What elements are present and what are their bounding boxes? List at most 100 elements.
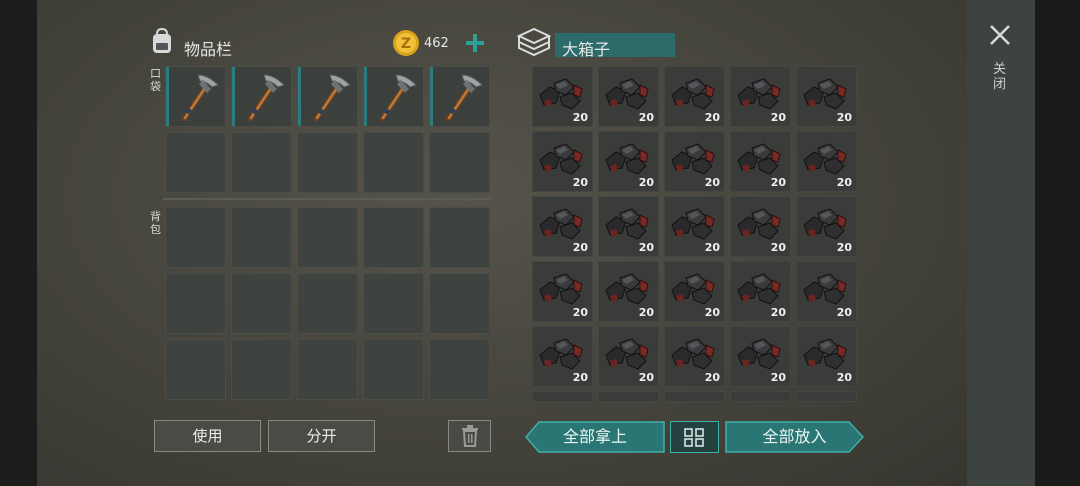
stack-count: 20 — [704, 111, 720, 124]
backpack-slot[interactable] — [165, 273, 226, 334]
stack-count: 20 — [572, 111, 588, 124]
section-divider — [163, 198, 491, 200]
backpack-slot[interactable] — [363, 273, 424, 334]
stack-count: 20 — [638, 371, 654, 384]
backpack-slot[interactable] — [429, 339, 490, 400]
backpack-slot[interactable] — [231, 273, 292, 334]
pocket-label: 口袋 — [150, 67, 161, 93]
stack-count: 20 — [704, 241, 720, 254]
backpack-slot[interactable] — [165, 339, 226, 400]
coal-icon — [671, 273, 715, 305]
coal-icon — [605, 78, 649, 110]
coal-icon — [605, 338, 649, 370]
stack-count: 20 — [836, 111, 852, 124]
chest-slot[interactable]: 20 — [664, 66, 725, 127]
sort-button[interactable] — [670, 421, 719, 453]
chest-slot[interactable]: 20 — [598, 196, 659, 257]
chest-slot[interactable]: 20 — [730, 261, 791, 322]
chest-slot[interactable]: 20 — [730, 131, 791, 192]
chest-slot[interactable]: 20 — [796, 196, 857, 257]
pocket-slot[interactable] — [165, 132, 226, 193]
hammer-icon — [379, 74, 417, 122]
backpack-slot[interactable] — [297, 339, 358, 400]
coal-icon — [671, 143, 715, 175]
pocket-slot[interactable] — [429, 66, 490, 127]
chest-slot[interactable]: 20 — [598, 261, 659, 322]
stack-count: 20 — [836, 371, 852, 384]
stack-count: 20 — [638, 176, 654, 189]
chest-slot[interactable] — [598, 391, 659, 402]
coin-count: 462 — [424, 36, 449, 51]
chest-slot[interactable]: 20 — [664, 326, 725, 387]
chest-slot[interactable] — [532, 391, 593, 402]
coal-icon — [737, 208, 781, 240]
close-icon[interactable] — [989, 24, 1011, 46]
chest-slot[interactable]: 20 — [796, 261, 857, 322]
chest-slot[interactable]: 20 — [796, 326, 857, 387]
backpack-slot[interactable] — [297, 273, 358, 334]
chest-slot[interactable]: 20 — [664, 196, 725, 257]
coal-icon — [539, 338, 583, 370]
stack-count: 20 — [770, 241, 786, 254]
chest-slot[interactable]: 20 — [532, 196, 593, 257]
chest-slot[interactable]: 20 — [730, 196, 791, 257]
pocket-slot[interactable] — [363, 132, 424, 193]
stack-count: 20 — [572, 306, 588, 319]
coal-icon — [539, 143, 583, 175]
backpack-slot[interactable] — [231, 339, 292, 400]
chest-slot[interactable]: 20 — [730, 66, 791, 127]
backpack-slot[interactable] — [429, 207, 490, 268]
chest-slot[interactable]: 20 — [532, 326, 593, 387]
chest-slot[interactable] — [796, 391, 857, 402]
close-label[interactable]: 关闭 — [993, 62, 1007, 92]
stack-count: 20 — [704, 176, 720, 189]
backpack-slot[interactable] — [429, 273, 490, 334]
backpack-slot[interactable] — [363, 207, 424, 268]
backpack-slot[interactable] — [297, 207, 358, 268]
pocket-slot[interactable] — [165, 66, 226, 127]
pocket-slot[interactable] — [297, 132, 358, 193]
chest-slot[interactable]: 20 — [730, 326, 791, 387]
coal-icon — [671, 208, 715, 240]
coal-icon — [803, 338, 847, 370]
pocket-slot[interactable] — [363, 66, 424, 127]
backpack-slot[interactable] — [231, 207, 292, 268]
chest-slot[interactable]: 20 — [796, 131, 857, 192]
take-all-button[interactable]: 全部拿上 — [525, 421, 665, 453]
backpack-icon — [153, 27, 171, 53]
coal-icon — [803, 273, 847, 305]
pocket-slot[interactable] — [231, 66, 292, 127]
coal-icon — [737, 338, 781, 370]
coal-icon — [803, 143, 847, 175]
pocket-slot[interactable] — [297, 66, 358, 127]
stack-count: 20 — [704, 306, 720, 319]
split-button[interactable]: 分开 — [268, 420, 375, 452]
chest-slot[interactable]: 20 — [796, 66, 857, 127]
chest-slot[interactable]: 20 — [598, 66, 659, 127]
stack-count: 20 — [638, 306, 654, 319]
coin-icon: Z — [393, 30, 419, 56]
chest-slot[interactable]: 20 — [598, 131, 659, 192]
chest-slot[interactable]: 20 — [532, 261, 593, 322]
svg-text:Z: Z — [401, 36, 411, 52]
chest-slot[interactable]: 20 — [532, 66, 593, 127]
pocket-slot[interactable] — [231, 132, 292, 193]
pocket-slot[interactable] — [429, 132, 490, 193]
trash-button[interactable] — [448, 420, 491, 452]
chest-slot[interactable] — [664, 391, 725, 402]
chest-slot[interactable]: 20 — [664, 131, 725, 192]
screen-edge — [1035, 0, 1080, 486]
add-coins-icon[interactable] — [465, 33, 485, 53]
backpack-slot[interactable] — [363, 339, 424, 400]
backpack-slot[interactable] — [165, 207, 226, 268]
use-button[interactable]: 使用 — [154, 420, 261, 452]
chest-slot[interactable] — [730, 391, 791, 402]
chest-slot[interactable]: 20 — [664, 261, 725, 322]
put-all-button[interactable]: 全部放入 — [725, 421, 864, 453]
trash-icon — [461, 425, 478, 447]
coal-icon — [539, 78, 583, 110]
coal-icon — [803, 78, 847, 110]
chest-slot[interactable]: 20 — [532, 131, 593, 192]
coal-icon — [803, 208, 847, 240]
chest-slot[interactable]: 20 — [598, 326, 659, 387]
